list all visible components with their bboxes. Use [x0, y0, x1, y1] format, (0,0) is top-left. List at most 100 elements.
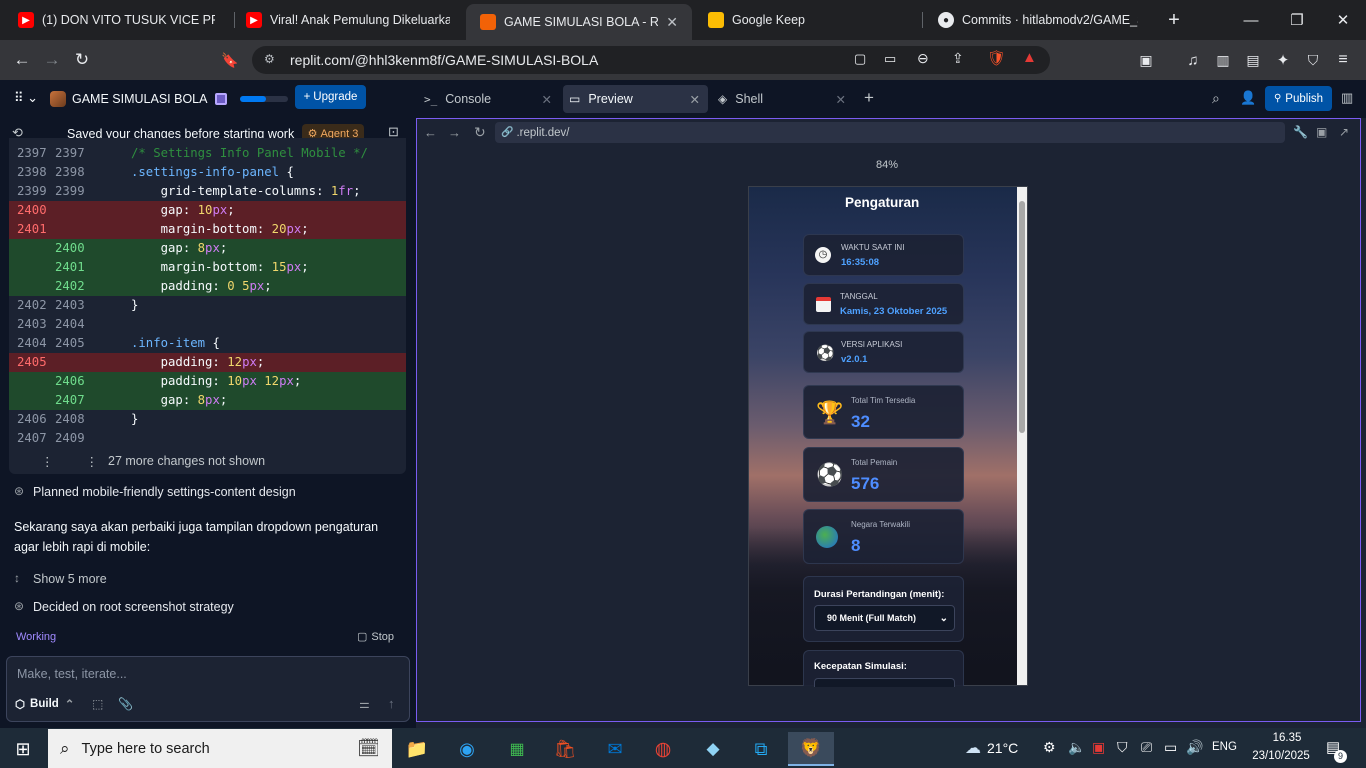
- music-icon[interactable]: ♫: [1180, 48, 1206, 72]
- settings-sliders-icon[interactable]: ⚌: [359, 697, 370, 711]
- new-tab-button[interactable]: +: [1162, 8, 1186, 32]
- stat-value: 32: [851, 412, 870, 431]
- speed-select[interactable]: [814, 678, 955, 687]
- chevron-up-icon: ⌃: [64, 699, 75, 711]
- publish-button[interactable]: ⚲ Publish: [1265, 86, 1332, 111]
- close-icon[interactable]: ✕: [836, 92, 846, 107]
- close-icon[interactable]: ✕: [666, 14, 678, 31]
- upgrade-button[interactable]: + Upgrade: [295, 85, 366, 109]
- amd-icon[interactable]: ▣: [1092, 739, 1105, 756]
- scrollbar-thumb[interactable]: [1019, 201, 1025, 433]
- menu-icon[interactable]: ≡: [1330, 48, 1356, 72]
- preview-reload-icon[interactable]: ↻: [474, 124, 486, 141]
- old-line-number: 2400: [17, 203, 47, 217]
- vpn-icon[interactable]: ⛉: [1300, 48, 1326, 72]
- layout-icon[interactable]: ▥: [1341, 90, 1353, 106]
- preview-back-icon[interactable]: ←: [424, 125, 437, 140]
- more-changes-row[interactable]: ⋮ ⋮ 27 more changes not shown: [9, 448, 406, 474]
- cast-icon[interactable]: ▭: [884, 51, 896, 67]
- leo-ai-icon[interactable]: ✦: [1270, 48, 1296, 72]
- speed-setting: Kecepatan Simulasi:: [803, 650, 964, 687]
- screenshot-icon[interactable]: ⬚: [92, 697, 103, 711]
- wallet-icon[interactable]: ▤: [1240, 48, 1266, 72]
- reload-icon[interactable]: ↻: [69, 48, 95, 72]
- zoom-icon[interactable]: ⊖: [917, 50, 929, 67]
- edge-icon[interactable]: ◉: [444, 732, 490, 766]
- chrome-icon[interactable]: ◍: [640, 732, 686, 766]
- weather-widget[interactable]: ☁ 21°C: [965, 738, 1018, 758]
- search-icon[interactable]: ⌕: [1212, 90, 1220, 107]
- close-icon[interactable]: ✕: [690, 92, 700, 107]
- project-avatar[interactable]: [50, 91, 66, 107]
- cloud-icon: ☁: [965, 740, 981, 757]
- sidebar-icon[interactable]: ▥: [1210, 48, 1236, 72]
- language-indicator[interactable]: ENG: [1212, 741, 1237, 753]
- add-tab-button[interactable]: +: [864, 88, 874, 108]
- preview-forward-icon[interactable]: →: [448, 125, 461, 140]
- close-icon[interactable]: ✕: [542, 92, 552, 107]
- clock-time[interactable]: 16.35: [1263, 732, 1311, 744]
- monitor-icon[interactable]: ▭: [1164, 739, 1177, 756]
- chat-input[interactable]: Make, test, iterate...: [17, 667, 127, 681]
- expand-icon[interactable]: ⋮: [86, 454, 99, 469]
- show-more-button[interactable]: Show 5 more: [33, 572, 107, 586]
- build-mode-button[interactable]: ⬡ Build ⌃: [15, 697, 74, 711]
- bookmark-icon[interactable]: 🔖: [217, 48, 243, 72]
- back-icon[interactable]: ←: [9, 48, 35, 72]
- info-version-card: ⚽ VERSI APLIKASI v2.0.1: [803, 331, 964, 373]
- restore-button[interactable]: ❐: [1274, 0, 1320, 40]
- workspace-menu-icon[interactable]: ⠿ ⌄: [14, 90, 38, 106]
- app-scrollbar[interactable]: [1017, 187, 1027, 685]
- tab-shell[interactable]: ◈ Shell ✕: [712, 85, 854, 113]
- minimize-button[interactable]: —: [1228, 0, 1274, 40]
- security-icon[interactable]: ⛉: [1117, 739, 1128, 756]
- network-icon[interactable]: ⎚: [1141, 739, 1152, 756]
- open-new-tab-icon[interactable]: ↗: [1339, 125, 1349, 139]
- share-icon[interactable]: ⇪: [952, 50, 964, 67]
- tray-icon[interactable]: 🔈: [1068, 739, 1085, 756]
- send-icon[interactable]: ↑: [388, 696, 395, 711]
- clipboard-icon[interactable]: ▢: [854, 51, 866, 67]
- browser-tab-1[interactable]: ▶ (1) DON VITO TUSUK VICE PRESID: [4, 0, 229, 40]
- preview-url-bar[interactable]: 🔗 .replit.dev/: [495, 122, 1285, 143]
- expand-icon[interactable]: ⋮: [41, 454, 54, 469]
- attach-icon[interactable]: 📎: [118, 697, 133, 711]
- brave-icon[interactable]: 🦁: [788, 732, 834, 766]
- forward-icon[interactable]: →: [39, 48, 65, 72]
- clock-date[interactable]: 23/10/2025: [1248, 750, 1314, 762]
- devtools-icon[interactable]: 🔧: [1293, 125, 1308, 139]
- browser-tab-3[interactable]: GAME SIMULASI BOLA - Repli ✕: [466, 4, 692, 40]
- tab-console[interactable]: >_ Console ✕: [418, 85, 560, 113]
- project-name[interactable]: GAME SIMULASI BOLA: [72, 92, 207, 106]
- invite-icon[interactable]: 👤: [1240, 90, 1256, 106]
- brave-rewards-icon[interactable]: ▲: [1022, 49, 1037, 66]
- device-icon[interactable]: ▣: [1316, 125, 1327, 139]
- volume-icon[interactable]: 🔊: [1186, 739, 1203, 756]
- info-date-card: TANGGAL Kamis, 23 Oktober 2025: [803, 283, 964, 325]
- planned-step[interactable]: Planned mobile-friendly settings-content…: [33, 485, 296, 499]
- app-icon[interactable]: ◆: [690, 732, 736, 766]
- brave-shield-icon[interactable]: 🛡: [987, 49, 1006, 67]
- expand-vertical-icon: ↕: [14, 571, 20, 585]
- code-text: padding: 0 5px;: [131, 279, 272, 293]
- tab-preview[interactable]: ▭ Preview ✕: [563, 85, 708, 113]
- browser-tab-2[interactable]: ▶ Viral! Anak Pemulung Dikeluarkan: [232, 0, 464, 40]
- stop-button[interactable]: ▢ Stop: [357, 630, 394, 644]
- excel-icon[interactable]: ▦: [494, 732, 540, 766]
- file-explorer-icon[interactable]: 📁: [394, 732, 440, 766]
- reader-icon[interactable]: ▣: [1133, 48, 1159, 72]
- chat-input-box[interactable]: Make, test, iterate... ⬡ Build ⌃ ⬚ 📎 ⚌ ↑: [6, 656, 410, 722]
- taskbar-search[interactable]: ⌕ Type here to search 🗓: [48, 729, 392, 768]
- windows-start-icon[interactable]: ⊞: [0, 732, 46, 766]
- close-window-button[interactable]: ✕: [1320, 0, 1366, 40]
- decided-step[interactable]: Decided on root screenshot strategy: [33, 600, 234, 614]
- duration-select[interactable]: 90 Menit (Full Match) ⌄: [814, 605, 955, 631]
- tray-icon[interactable]: ⚙: [1043, 739, 1056, 756]
- site-info-icon[interactable]: ⚙: [264, 52, 275, 66]
- browser-tab-4[interactable]: Google Keep: [694, 0, 919, 40]
- browser-tab-5[interactable]: ● Commits · hitlabmodv2/GAME_SIN: [924, 0, 1152, 40]
- vscode-icon[interactable]: ⧉: [738, 732, 784, 766]
- mail-icon[interactable]: ✉: [592, 732, 638, 766]
- url-input[interactable]: ⚙ replit.com/@hhl3kenm8f/GAME-SIMULASI-B…: [252, 46, 1050, 74]
- store-icon[interactable]: 🛍: [542, 732, 588, 766]
